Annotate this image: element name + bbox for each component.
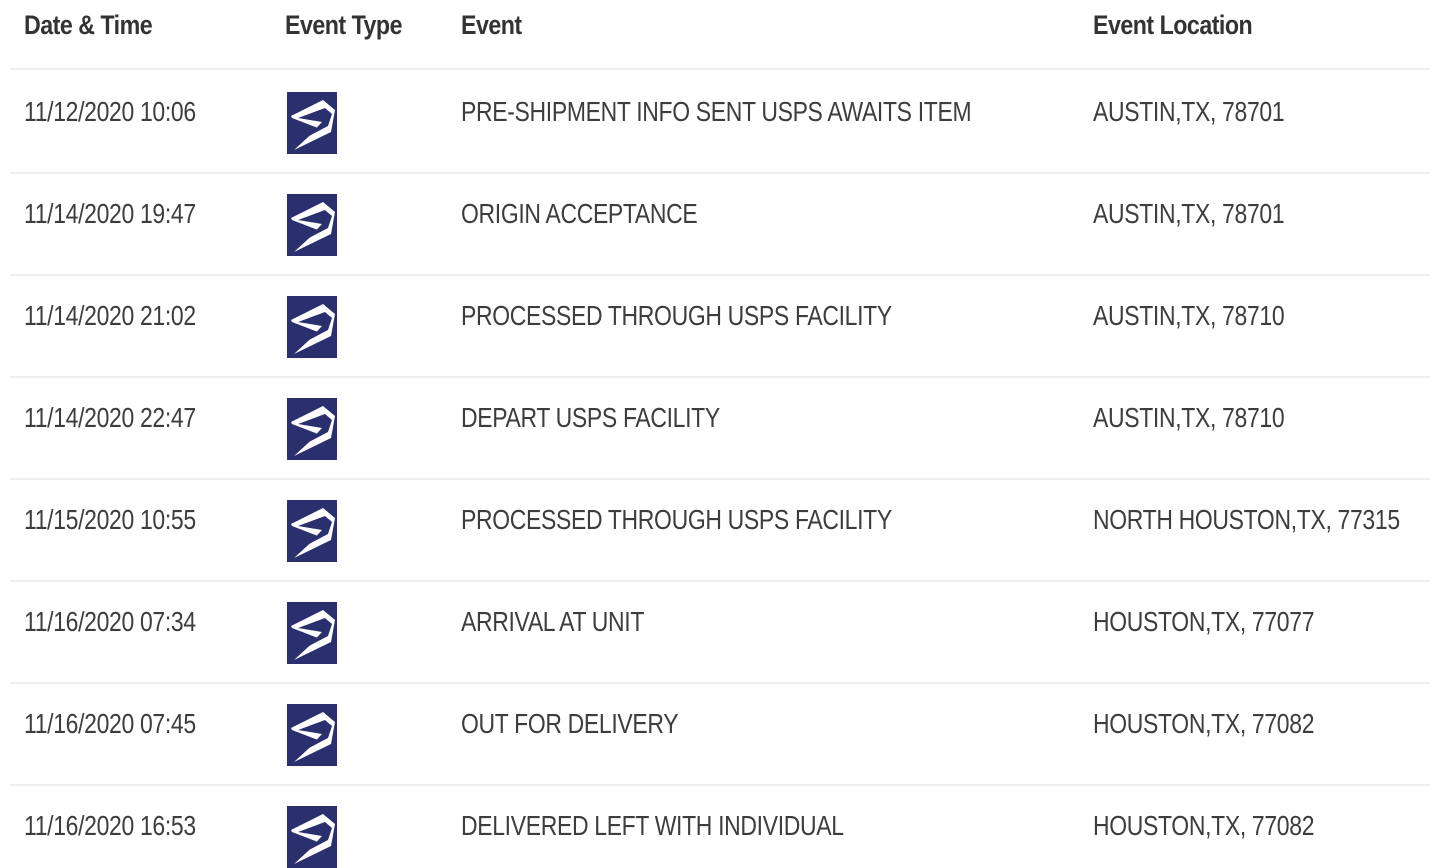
usps-eagle-icon bbox=[287, 500, 337, 562]
row-location: NORTH HOUSTON,TX, 77315 bbox=[1093, 504, 1400, 535]
tracking-history-table: Date & Time Event Type Event Event Locat… bbox=[0, 0, 1432, 868]
usps-eagle-icon bbox=[287, 92, 337, 154]
usps-eagle-icon bbox=[287, 602, 337, 664]
header-date-time: Date & Time bbox=[24, 10, 153, 40]
table-row: 11/16/2020 07:34 ARRIVAL AT UNIT HOUSTON… bbox=[0, 580, 1432, 682]
row-location: AUSTIN,TX, 78710 bbox=[1093, 402, 1285, 433]
usps-eagle-icon bbox=[287, 806, 337, 868]
row-event: DELIVERED LEFT WITH INDIVIDUAL bbox=[461, 810, 844, 841]
row-location: HOUSTON,TX, 77077 bbox=[1093, 606, 1315, 637]
header-event-type: Event Type bbox=[285, 10, 403, 40]
row-date-time: 11/14/2020 21:02 bbox=[24, 300, 196, 331]
usps-eagle-icon bbox=[287, 296, 337, 358]
row-event: OUT FOR DELIVERY bbox=[461, 708, 679, 739]
row-event: ARRIVAL AT UNIT bbox=[461, 606, 645, 637]
table-row: 11/14/2020 21:02 PROCESSED THROUGH USPS … bbox=[0, 274, 1432, 376]
row-event: ORIGIN ACCEPTANCE bbox=[461, 198, 698, 229]
row-date-time: 11/16/2020 07:34 bbox=[24, 606, 196, 637]
row-event: PRE-SHIPMENT INFO SENT USPS AWAITS ITEM bbox=[461, 96, 972, 127]
row-event: PROCESSED THROUGH USPS FACILITY bbox=[461, 504, 892, 535]
table-row: 11/14/2020 22:47 DEPART USPS FACILITY AU… bbox=[0, 376, 1432, 478]
table-row: 11/16/2020 07:45 OUT FOR DELIVERY HOUSTO… bbox=[0, 682, 1432, 784]
row-date-time: 11/12/2020 10:06 bbox=[24, 96, 196, 127]
row-date-time: 11/16/2020 07:45 bbox=[24, 708, 196, 739]
table-row: 11/16/2020 16:53 DELIVERED LEFT WITH IND… bbox=[0, 784, 1432, 868]
header-event: Event bbox=[461, 10, 522, 40]
table-header: Date & Time Event Type Event Event Locat… bbox=[0, 0, 1432, 68]
row-location: HOUSTON,TX, 77082 bbox=[1093, 810, 1315, 841]
usps-eagle-icon bbox=[287, 398, 337, 460]
row-date-time: 11/14/2020 19:47 bbox=[24, 198, 196, 229]
row-location: AUSTIN,TX, 78701 bbox=[1093, 96, 1285, 127]
row-location: HOUSTON,TX, 77082 bbox=[1093, 708, 1315, 739]
table-row: 11/14/2020 19:47 ORIGIN ACCEPTANCE AUSTI… bbox=[0, 172, 1432, 274]
row-event: DEPART USPS FACILITY bbox=[461, 402, 720, 433]
row-date-time: 11/14/2020 22:47 bbox=[24, 402, 196, 433]
table-row: 11/12/2020 10:06 PRE-SHIPMENT INFO SENT … bbox=[0, 70, 1432, 172]
row-date-time: 11/15/2020 10:55 bbox=[24, 504, 196, 535]
usps-eagle-icon bbox=[287, 194, 337, 256]
row-location: AUSTIN,TX, 78710 bbox=[1093, 300, 1285, 331]
row-location: AUSTIN,TX, 78701 bbox=[1093, 198, 1285, 229]
table-row: 11/15/2020 10:55 PROCESSED THROUGH USPS … bbox=[0, 478, 1432, 580]
usps-eagle-icon bbox=[287, 704, 337, 766]
row-event: PROCESSED THROUGH USPS FACILITY bbox=[461, 300, 892, 331]
row-date-time: 11/16/2020 16:53 bbox=[24, 810, 196, 841]
header-event-location: Event Location bbox=[1093, 10, 1253, 40]
